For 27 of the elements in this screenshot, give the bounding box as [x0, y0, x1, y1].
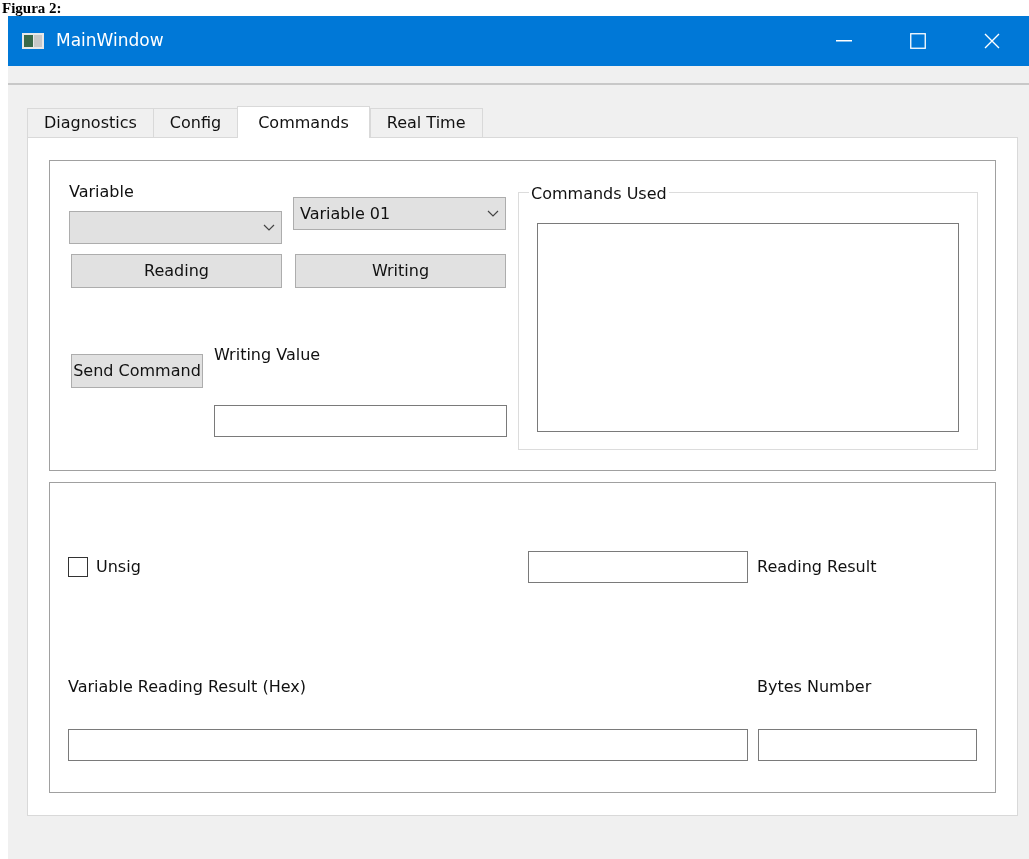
window-title: MainWindow — [56, 29, 164, 53]
reading-result-label: Reading Result — [757, 555, 877, 578]
close-icon — [984, 33, 1000, 49]
hex-label: Variable Reading Result (Hex) — [68, 676, 307, 698]
chevron-down-icon — [263, 223, 275, 232]
push-button[interactable]: Send Command — [71, 354, 203, 388]
push-button[interactable]: Reading — [71, 254, 282, 288]
tab[interactable]: Commands — [237, 106, 370, 138]
input-field[interactable] — [214, 405, 507, 437]
variable-label: Variable — [69, 181, 135, 203]
dropdown-value: Variable 01 — [300, 202, 391, 225]
bytes-label: Bytes Number — [757, 676, 872, 698]
input-field[interactable] — [528, 550, 748, 583]
checkbox[interactable] — [68, 556, 88, 577]
tab[interactable]: Real Time — [369, 108, 483, 137]
tab[interactable]: Diagnostics — [27, 108, 154, 137]
writing-value-label: Writing Value — [214, 344, 322, 366]
app-icon — [22, 33, 44, 49]
input-field[interactable] — [758, 729, 977, 761]
checkbox-label: Unsig — [96, 555, 141, 578]
push-button[interactable]: Writing — [295, 254, 506, 288]
maximize-icon — [910, 33, 926, 49]
figure-caption: Figura 2: — [1, 0, 63, 16]
dropdown[interactable]: Variable 01 — [293, 197, 506, 230]
minimize-icon — [836, 40, 852, 42]
chevron-down-icon — [487, 209, 499, 218]
input-field[interactable] — [68, 729, 748, 761]
